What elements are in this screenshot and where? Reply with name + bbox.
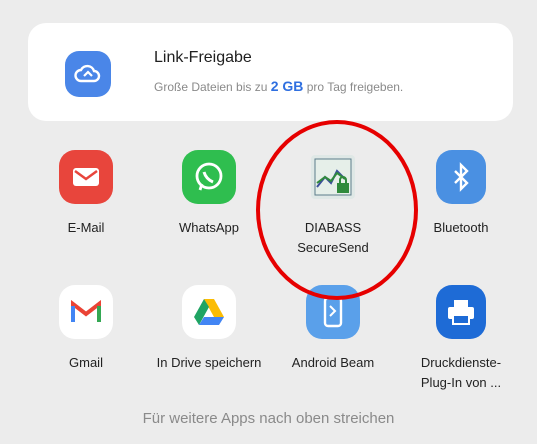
- swipe-hint: Für weitere Apps nach oben streichen: [142, 410, 395, 427]
- app-label: Android Beam: [291, 355, 375, 370]
- app-drive[interactable]: In Drive speichern: [154, 285, 264, 373]
- link-share-subtitle: Große Dateien bis zu 2 GB pro Tag freige…: [154, 78, 404, 94]
- link-share-card[interactable]: Link-Freigabe Große Dateien bis zu 2 GB …: [28, 23, 513, 121]
- print-service-icon: [436, 285, 486, 339]
- app-label: WhatsApp: [179, 220, 239, 235]
- whatsapp-icon: [182, 150, 236, 204]
- link-share-title: Link-Freigabe: [154, 49, 252, 66]
- email-icon: [59, 150, 113, 204]
- app-gmail[interactable]: Gmail: [31, 285, 141, 373]
- app-bluetooth[interactable]: Bluetooth: [406, 150, 516, 238]
- bluetooth-icon: [436, 150, 486, 204]
- gmail-icon: [59, 285, 113, 339]
- app-label: Druckdienste-Plug-In von ...: [420, 355, 502, 390]
- app-whatsapp[interactable]: WhatsApp: [154, 150, 264, 238]
- google-drive-icon: [182, 285, 236, 339]
- share-sheet: Link-Freigabe Große Dateien bis zu 2 GB …: [0, 0, 537, 444]
- app-label: E-Mail: [67, 220, 105, 235]
- app-email[interactable]: E-Mail: [31, 150, 141, 238]
- app-label: Gmail: [69, 355, 103, 370]
- app-label: Bluetooth: [433, 220, 489, 235]
- red-annotation-circle: [256, 120, 418, 300]
- cloud-link-icon: [65, 51, 111, 97]
- app-print-service[interactable]: Druckdienste-Plug-In von ...: [406, 285, 516, 393]
- app-label: In Drive speichern: [156, 355, 262, 370]
